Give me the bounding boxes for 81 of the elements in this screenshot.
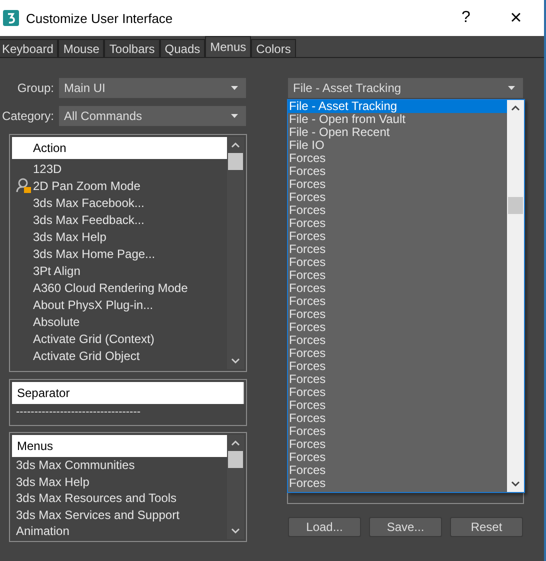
dropdown-option[interactable]: Forces [288, 334, 507, 347]
column-header[interactable]: Action [12, 137, 227, 159]
action-item[interactable]: 3ds Max Home Page... [33, 246, 156, 260]
action-item[interactable]: Absolute [33, 314, 80, 328]
dropdown-option[interactable]: Forces [288, 438, 507, 451]
action-item[interactable]: 3Pt Align [33, 264, 80, 278]
action-item[interactable]: 2D Pan Zoom Mode [33, 178, 140, 192]
group-dropdown[interactable]: Main UI [59, 78, 246, 98]
dropdown-option[interactable]: Forces [288, 399, 507, 412]
dropdown-option[interactable]: Forces [288, 451, 507, 464]
scroll-thumb[interactable] [508, 197, 523, 214]
dropdown-option[interactable]: File - Open Recent [288, 126, 507, 139]
dropdown-option[interactable]: Forces [288, 282, 507, 295]
tab[interactable]: Keyboard [0, 39, 58, 57]
help-button[interactable]: ? [444, 0, 488, 36]
scroll-thumb[interactable] [228, 451, 243, 468]
tab[interactable]: Toolbars [104, 39, 160, 57]
dropdown-option[interactable]: Forces [288, 373, 507, 386]
action-item[interactable]: Activate Grid Object [33, 348, 140, 362]
dialog-button[interactable]: Reset [450, 517, 523, 537]
scrollbar[interactable] [227, 435, 244, 539]
dropdown-option[interactable]: Forces [288, 152, 507, 165]
dropdown-option[interactable]: Forces [288, 347, 507, 360]
action-item[interactable]: A360 Cloud Rendering Mode [33, 280, 188, 294]
dropdown-option[interactable]: Forces [288, 477, 507, 490]
action-item[interactable]: About PhysX Plug-in... [33, 298, 154, 312]
dialog-button[interactable]: Save... [369, 517, 442, 537]
action-item[interactable]: 123D [33, 162, 62, 176]
dropdown-option[interactable]: Forces [288, 321, 507, 334]
dropdown-option[interactable]: Forces [288, 464, 507, 477]
user-lock-icon [16, 178, 32, 193]
scrollbar[interactable] [227, 137, 244, 369]
dialog-button[interactable]: Load... [288, 517, 361, 537]
tab[interactable]: Colors [251, 39, 296, 57]
separator-item[interactable]: ---------------------------------- [16, 406, 141, 419]
dropdown-option[interactable]: Forces [288, 269, 507, 282]
dropdown-option[interactable]: Forces [288, 243, 507, 256]
column-header[interactable]: Separator [12, 382, 244, 404]
menu-item[interactable]: 3ds Max Services and Support [16, 508, 180, 522]
dropdown-option[interactable]: Forces [288, 295, 507, 308]
category-dropdown[interactable]: All Commands [59, 106, 246, 126]
dropdown-option[interactable]: File - Open from Vault [288, 113, 507, 126]
close-button[interactable]: × [488, 0, 544, 36]
action-item[interactable]: 3ds Max Facebook... [33, 196, 144, 210]
caret-icon [231, 86, 238, 90]
caret-icon [231, 114, 238, 118]
dropdown-option[interactable]: Forces [288, 191, 507, 204]
dropdown-option[interactable]: Forces [288, 178, 507, 191]
dropdown-option[interactable]: Forces [288, 256, 507, 269]
action-item[interactable]: Activate Grid (Context) [33, 332, 154, 346]
app-icon [3, 10, 19, 26]
menu-item[interactable]: 3ds Max Help [16, 474, 90, 489]
dropdown-option[interactable]: Forces [288, 412, 507, 425]
window-title: Customize User Interface [26, 10, 174, 26]
dropdown-option[interactable]: Forces [288, 425, 507, 438]
scroll-up-icon[interactable] [511, 105, 520, 111]
dropdown-option[interactable]: Forces [288, 360, 507, 373]
dropdown-option[interactable]: Forces [288, 386, 507, 399]
tab[interactable]: Quads [160, 39, 206, 57]
column-header[interactable]: Menus [12, 435, 227, 457]
tab[interactable]: Menus [205, 36, 252, 57]
dropdown-option[interactable]: File - Asset Tracking [288, 100, 507, 113]
dropdown-option[interactable]: Forces [288, 230, 507, 243]
dropdown-option[interactable]: Forces [288, 217, 507, 230]
menu-item[interactable]: Animation [16, 524, 70, 538]
caret-icon [508, 86, 515, 90]
dropdown-option[interactable]: Forces [288, 204, 507, 217]
action-item[interactable]: 3ds Max Help [33, 230, 106, 244]
category-label: Category: [2, 109, 54, 123]
group-label: Group: [17, 81, 54, 95]
dropdown-option[interactable]: File IO [288, 139, 507, 152]
tab[interactable]: Mouse [58, 39, 104, 57]
menu-dropdown[interactable]: File - Asset Tracking [288, 78, 523, 98]
dropdown-option[interactable]: Forces [288, 308, 507, 321]
action-item[interactable]: 3ds Max Feedback... [33, 212, 144, 226]
scroll-down-icon[interactable] [511, 481, 520, 487]
scrollbar[interactable] [507, 100, 524, 492]
menu-item[interactable]: 3ds Max Communities [16, 458, 135, 472]
dropdown-option[interactable]: Forces [288, 165, 507, 178]
menu-item[interactable]: 3ds Max Resources and Tools [16, 491, 177, 506]
scroll-thumb[interactable] [228, 153, 243, 170]
